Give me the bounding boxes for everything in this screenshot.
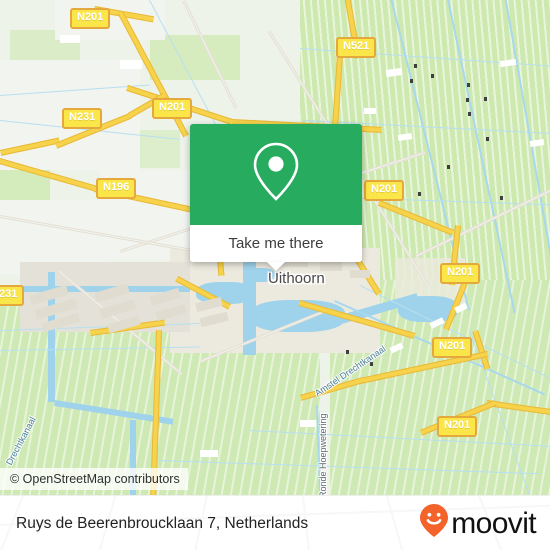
building-dot bbox=[414, 64, 417, 68]
building-dot bbox=[418, 192, 421, 196]
moovit-wordmark: moovit bbox=[451, 506, 536, 540]
building-dot bbox=[410, 79, 413, 83]
building-dot bbox=[346, 350, 349, 354]
map-screenshot: N201 N521 N231 N201 N196 N201 N201 N201 … bbox=[0, 0, 550, 550]
popup-action-bar[interactable]: Take me there bbox=[190, 225, 362, 262]
location-pin-icon bbox=[252, 141, 300, 208]
popup-pointer bbox=[267, 262, 285, 271]
road-shield-n201-mid[interactable]: N201 bbox=[152, 98, 193, 119]
moovit-logo[interactable]: moovit bbox=[419, 503, 550, 544]
road-shield-n231[interactable]: N231 bbox=[62, 108, 103, 129]
map-canvas[interactable]: N201 N521 N231 N201 N196 N201 N201 N201 … bbox=[0, 0, 550, 495]
road-shield-n201-north[interactable]: N201 bbox=[70, 8, 111, 29]
road-shield-n231-edge[interactable]: 231 bbox=[0, 285, 25, 306]
popup-header bbox=[190, 124, 362, 225]
road-shield-n201-south[interactable]: N201 bbox=[432, 337, 473, 358]
building-dot bbox=[447, 165, 450, 169]
building-dot bbox=[468, 112, 471, 116]
take-me-there-label: Take me there bbox=[228, 235, 324, 252]
road-shield-n201-south2[interactable]: N201 bbox=[437, 416, 478, 437]
canal-west-horizontal bbox=[0, 286, 190, 292]
moovit-pin-icon bbox=[419, 503, 449, 544]
farm-building bbox=[120, 60, 142, 69]
farm-building bbox=[60, 35, 80, 43]
building-dot bbox=[486, 137, 489, 141]
green-patch-north bbox=[150, 35, 240, 80]
road-shield-n201-east[interactable]: N201 bbox=[364, 180, 405, 201]
place-label-uithoorn: Uithoorn bbox=[268, 270, 325, 287]
building-dot bbox=[431, 74, 434, 78]
footer-bar: Ruys de Beerenbroucklaan 7, Netherlands … bbox=[0, 495, 550, 550]
farm-building bbox=[200, 450, 218, 457]
building-dot bbox=[500, 196, 503, 200]
farm-building bbox=[364, 108, 376, 114]
osm-attribution[interactable]: © OpenStreetMap contributors bbox=[0, 468, 188, 490]
street-label-ronde-hoepwetering: Ronde Hoepwetering bbox=[318, 413, 328, 495]
address-label: Ruys de Beerenbroucklaan 7, Netherlands bbox=[16, 514, 309, 532]
road-shield-n521[interactable]: N521 bbox=[336, 37, 377, 58]
road-shield-n201-east2[interactable]: N201 bbox=[440, 263, 481, 284]
farm-building bbox=[300, 420, 316, 427]
destination-popup[interactable]: Take me there bbox=[190, 124, 362, 271]
city-block bbox=[350, 270, 370, 278]
building-dot bbox=[466, 98, 469, 102]
road-shield-n196[interactable]: N196 bbox=[96, 178, 137, 199]
building-dot bbox=[484, 97, 487, 101]
building-dot bbox=[467, 83, 470, 87]
